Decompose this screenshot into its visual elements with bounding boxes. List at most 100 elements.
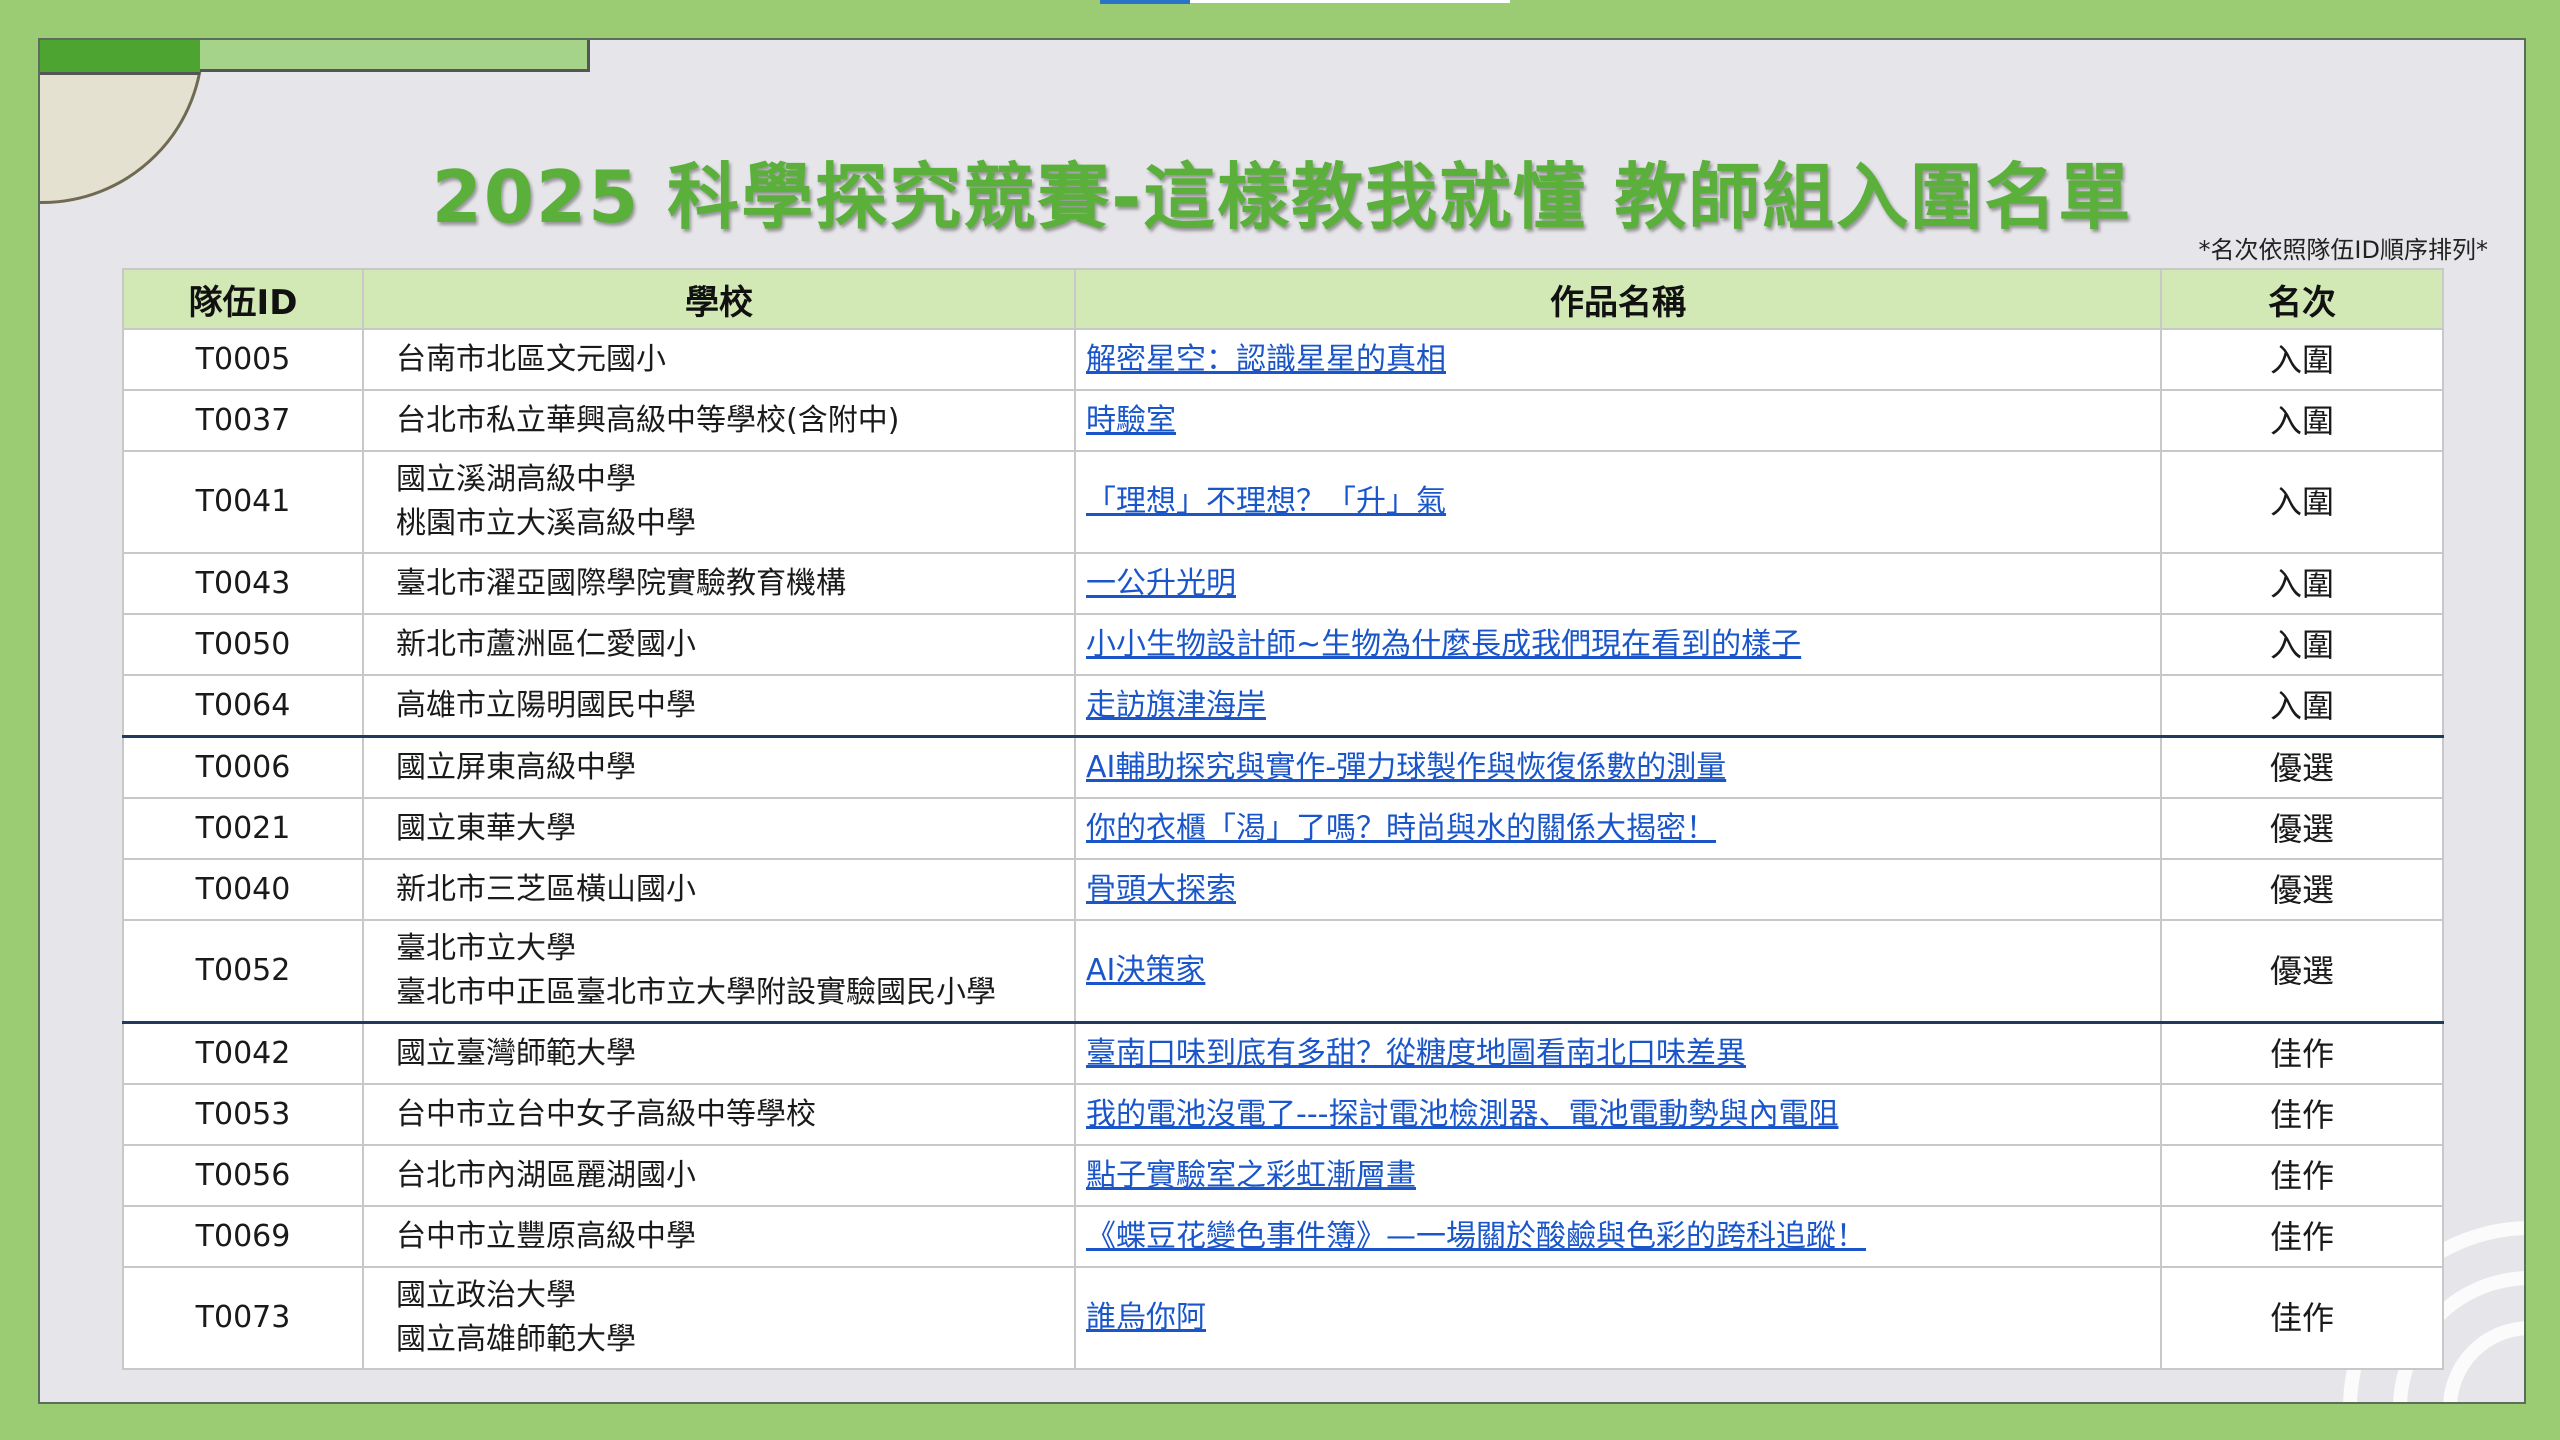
rank-cell: 優選 — [2160, 858, 2444, 921]
school-cell: 台中市立豐原高級中學 — [362, 1205, 1076, 1268]
table-row: T0056 台北市內湖區麗湖國小 點子實驗室之彩虹漸層畫 佳作 — [122, 1144, 2444, 1207]
work-cell: 誰烏你阿 — [1074, 1266, 2162, 1370]
work-cell: 點子實驗室之彩虹漸層畫 — [1074, 1144, 2162, 1207]
header-school: 學校 — [362, 268, 1076, 330]
table-body: T0005 台南市北區文元國小 解密星空：認識星星的真相 入圍 T0037 台北市私立華興… — [122, 328, 2444, 1370]
top-accent-strip — [1100, 0, 1190, 4]
work-cell: 走訪旗津海岸 — [1074, 674, 2162, 738]
work-cell: 「理想」不理想？「升」氣 — [1074, 450, 2162, 554]
finalist-table: 隊伍ID 學校 作品名稱 名次 T0005 台南市北區文元國小 解密星空：認識星星的… — [122, 268, 2444, 1370]
table-row: T0050 新北市蘆洲區仁愛國小 小小生物設計師~生物為什麼長成我們現在看到的樣子 入… — [122, 613, 2444, 676]
school-cell: 國立溪湖高級中學 桃園市立大溪高級中學 — [362, 450, 1076, 554]
rank-cell: 入圍 — [2160, 389, 2444, 452]
work-title-link[interactable]: 《蝶豆花變色事件簿》—一場關於酸鹼與色彩的跨科追蹤！ — [1086, 1219, 1866, 1254]
page-title: 2025 科學探究競賽-這樣教我就懂 教師組入圍名單 — [431, 155, 2133, 239]
work-cell: 臺南口味到底有多甜？從糖度地圖看南北口味差異 — [1074, 1021, 2162, 1085]
table-row: T0040 新北市三芝區橫山國小 骨頭大探索 優選 — [122, 858, 2444, 921]
rank-cell: 優選 — [2160, 919, 2444, 1024]
rank-cell: 佳作 — [2160, 1266, 2444, 1370]
school-name: 臺北市立大學 — [396, 931, 576, 966]
top-accent-strip-light — [1190, 0, 1510, 3]
team-id-cell: T0006 — [122, 735, 364, 799]
school-name: 臺北市中正區臺北市立大學附設實驗國民小學 — [396, 975, 996, 1010]
rank-cell: 佳作 — [2160, 1083, 2444, 1146]
table-row: T0006 國立屏東高級中學 AI輔助探究與實作-彈力球製作與恢復係數的測量 優選 — [122, 735, 2444, 799]
school-cell: 國立政治大學國立高雄師範大學 — [362, 1266, 1076, 1370]
work-title-link[interactable]: 臺南口味到底有多甜？從糖度地圖看南北口味差異 — [1086, 1036, 1746, 1071]
school-cell: 臺北市立大學臺北市中正區臺北市立大學附設實驗國民小學 — [362, 919, 1076, 1024]
school-cell: 台北市內湖區麗湖國小 — [362, 1144, 1076, 1207]
school-name: 新北市蘆洲區仁愛國小 — [396, 626, 696, 662]
work-title-link[interactable]: 「理想」不理想？「升」氣 — [1086, 484, 1446, 519]
team-id-cell: T0041 — [122, 450, 364, 554]
school-name: 台中市立豐原高級中學 — [396, 1218, 696, 1254]
school-name: 台中市立台中女子高級中等學校 — [396, 1096, 816, 1132]
work-title-link[interactable]: 我的電池沒電了---探討電池檢測器、電池電動勢與內電阻 — [1086, 1097, 1838, 1132]
slide: 2025 科學探究競賽-這樣教我就懂 教師組入圍名單 *名次依照隊伍ID順序排列… — [38, 38, 2526, 1404]
table-row: T0005 台南市北區文元國小 解密星空：認識星星的真相 入圍 — [122, 328, 2444, 391]
sort-note: *名次依照隊伍ID順序排列* — [2198, 236, 2488, 264]
school-name: 國立政治大學 — [396, 1278, 576, 1313]
work-cell: 解密星空：認識星星的真相 — [1074, 328, 2162, 391]
school-name: 國立高雄師範大學 — [396, 1322, 636, 1357]
work-title-link[interactable]: 一公升光明 — [1086, 566, 1236, 601]
work-title-link[interactable]: 時驗室 — [1086, 403, 1176, 438]
school-cell: 台南市北區文元國小 — [362, 328, 1076, 391]
work-title-link[interactable]: AI輔助探究與實作-彈力球製作與恢復係數的測量 — [1086, 750, 1726, 785]
team-id-cell: T0056 — [122, 1144, 364, 1207]
work-title-link[interactable]: 走訪旗津海岸 — [1086, 688, 1266, 723]
table-row: T0052 臺北市立大學 臺北市中正區臺北市立大學附設實驗國民小學 AI決策家 優選 — [122, 919, 2444, 1024]
header-work: 作品名稱 — [1074, 268, 2162, 330]
work-cell: 《蝶豆花變色事件簿》—一場關於酸鹼與色彩的跨科追蹤！ — [1074, 1205, 2162, 1268]
header-rank: 名次 — [2160, 268, 2444, 330]
school-cell: 台中市立台中女子高級中等學校 — [362, 1083, 1076, 1146]
school-cell: 新北市三芝區橫山國小 — [362, 858, 1076, 921]
rank-cell: 佳作 — [2160, 1021, 2444, 1085]
work-title-link[interactable]: 你的衣櫃「渴」了嗎？時尚與水的關係大揭密！ — [1086, 811, 1716, 846]
work-cell: 我的電池沒電了---探討電池檢測器、電池電動勢與內電阻 — [1074, 1083, 2162, 1146]
team-id-cell: T0040 — [122, 858, 364, 921]
work-cell: 時驗室 — [1074, 389, 2162, 452]
work-title-link[interactable]: 誰烏你阿 — [1086, 1300, 1206, 1335]
team-id-cell: T0037 — [122, 389, 364, 452]
team-id-cell: T0064 — [122, 674, 364, 738]
school-name: 國立屏東高級中學 — [396, 749, 636, 785]
team-id-cell: T0021 — [122, 797, 364, 860]
work-cell: 你的衣櫃「渴」了嗎？時尚與水的關係大揭密！ — [1074, 797, 2162, 860]
school-name: 新北市三芝區橫山國小 — [396, 871, 696, 907]
table-header-row: 隊伍ID 學校 作品名稱 名次 — [122, 268, 2444, 330]
school-name: 臺北市濯亞國際學院實驗教育機構 — [396, 565, 846, 601]
work-title-link[interactable]: AI決策家 — [1086, 953, 1205, 988]
rank-cell: 優選 — [2160, 735, 2444, 799]
work-cell: AI輔助探究與實作-彈力球製作與恢復係數的測量 — [1074, 735, 2162, 799]
team-id-cell: T0043 — [122, 552, 364, 615]
team-id-cell: T0005 — [122, 328, 364, 391]
team-id-cell: T0053 — [122, 1083, 364, 1146]
table-row: T0069 台中市立豐原高級中學 《蝶豆花變色事件簿》—一場關於酸鹼與色彩的跨科追蹤… — [122, 1205, 2444, 1268]
table-row: T0064 高雄市立陽明國民中學 走訪旗津海岸 入圍 — [122, 674, 2444, 738]
team-id-cell: T0069 — [122, 1205, 364, 1268]
work-title-link[interactable]: 骨頭大探索 — [1086, 872, 1236, 907]
school-cell: 台北市私立華興高級中等學校(含附中) — [362, 389, 1076, 452]
school-name: 台北市內湖區麗湖國小 — [396, 1157, 696, 1193]
work-title-link[interactable]: 點子實驗室之彩虹漸層畫 — [1086, 1158, 1416, 1193]
corner-bar-underline — [40, 72, 200, 75]
work-title-link[interactable]: 解密星空：認識星星的真相 — [1086, 342, 1446, 377]
team-id-cell: T0073 — [122, 1266, 364, 1370]
work-title-link[interactable]: 小小生物設計師~生物為什麼長成我們現在看到的樣子 — [1086, 627, 1801, 662]
school-cell: 國立東華大學 — [362, 797, 1076, 860]
rank-cell: 入圍 — [2160, 613, 2444, 676]
rank-cell: 優選 — [2160, 797, 2444, 860]
corner-bar-dark — [40, 40, 200, 72]
work-cell: 一公升光明 — [1074, 552, 2162, 615]
header-team-id: 隊伍ID — [122, 268, 364, 330]
school-name: 桃園市立大溪高級中學 — [396, 506, 696, 541]
school-name: 國立臺灣師範大學 — [396, 1035, 636, 1071]
school-name: 台北市私立華興高級中等學校(含附中) — [396, 402, 900, 438]
rank-cell: 入圍 — [2160, 328, 2444, 391]
table-row: T0042 國立臺灣師範大學 臺南口味到底有多甜？從糖度地圖看南北口味差異 佳作 — [122, 1021, 2444, 1085]
school-name: 台南市北區文元國小 — [396, 341, 666, 377]
table-row: T0073 國立政治大學 國立高雄師範大學 誰烏你阿 佳作 — [122, 1266, 2444, 1370]
table-row: T0043 臺北市濯亞國際學院實驗教育機構 一公升光明 入圍 — [122, 552, 2444, 615]
school-cell: 新北市蘆洲區仁愛國小 — [362, 613, 1076, 676]
